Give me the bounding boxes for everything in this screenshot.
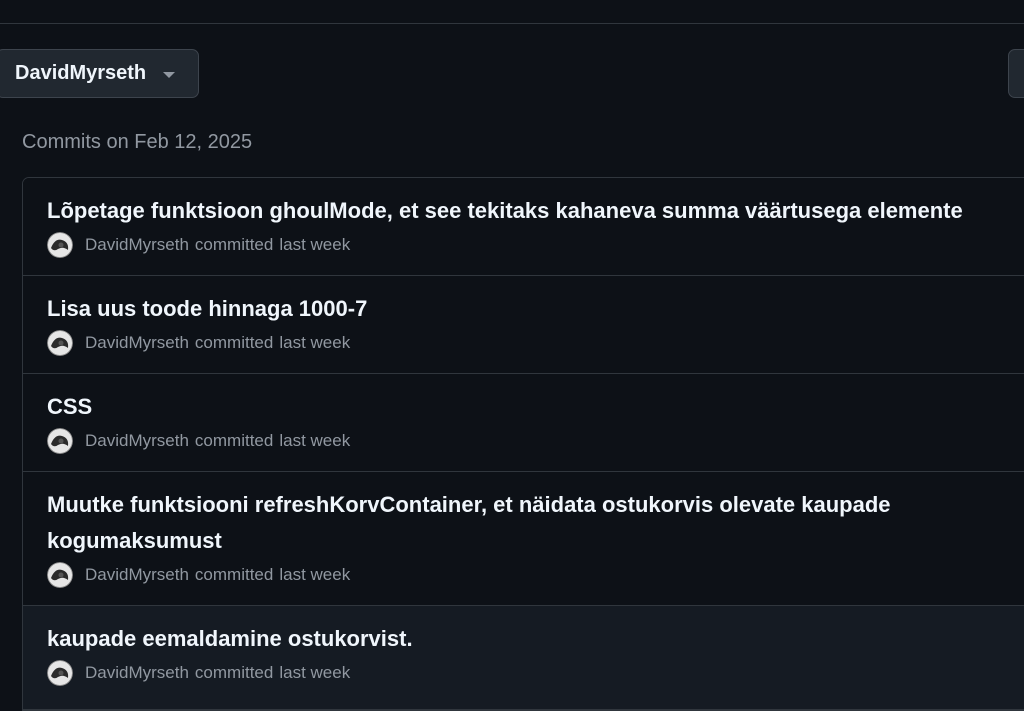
commit-group-date: Commits on Feb 12, 2025 xyxy=(22,131,253,153)
commit-verb: committed xyxy=(194,431,274,450)
commit-title-link[interactable]: kaupade eemaldamine ostukorvist. xyxy=(47,621,1007,657)
commit-row: Muutke funktsiooni refreshKorvContainer,… xyxy=(23,472,1024,606)
chevron-down-icon xyxy=(163,72,175,78)
date-filter-button[interactable] xyxy=(1008,49,1024,98)
commit-verb: committed xyxy=(194,565,274,584)
commit-time: last week xyxy=(279,235,351,254)
commit-verb: committed xyxy=(194,235,274,254)
commit-row: kaupade eemaldamine ostukorvist. DavidMy… xyxy=(23,606,1024,710)
commit-title-link[interactable]: CSS xyxy=(47,389,1007,425)
avatar-icon[interactable] xyxy=(47,232,73,258)
author-filter-label: DavidMyrseth xyxy=(15,62,147,84)
avatar-icon[interactable] xyxy=(47,660,73,686)
commit-time: last week xyxy=(279,333,351,352)
top-divider xyxy=(0,0,1024,24)
commit-author-link[interactable]: DavidMyrseth xyxy=(85,565,189,585)
commit-row: Lisa uus toode hinnaga 1000-7 DavidMyrse… xyxy=(23,276,1024,374)
commit-title-link[interactable]: Lisa uus toode hinnaga 1000-7 xyxy=(47,291,1007,327)
commit-row: Lõpetage funktsioon ghoulMode, et see te… xyxy=(23,178,1024,276)
commit-row: CSS DavidMyrseth committed last week xyxy=(23,374,1024,472)
commit-title-link[interactable]: Muutke funktsiooni refreshKorvContainer,… xyxy=(47,487,1007,559)
commit-title-link[interactable]: Lõpetage funktsioon ghoulMode, et see te… xyxy=(47,193,1007,229)
commit-verb: committed xyxy=(194,663,274,682)
commit-verb: committed xyxy=(194,333,274,352)
commit-list: Lõpetage funktsioon ghoulMode, et see te… xyxy=(22,177,1024,711)
commit-author-link[interactable]: DavidMyrseth xyxy=(85,431,189,451)
commit-meta: DavidMyrseth committed last week xyxy=(47,562,1024,588)
commit-author-link[interactable]: DavidMyrseth xyxy=(85,333,189,353)
commit-meta: DavidMyrseth committed last week xyxy=(47,330,1024,356)
author-filter-button[interactable]: DavidMyrseth xyxy=(0,49,199,98)
commit-author-link[interactable]: DavidMyrseth xyxy=(85,235,189,255)
commit-meta: DavidMyrseth committed last week xyxy=(47,660,1024,686)
commit-time: last week xyxy=(279,663,351,682)
avatar-icon[interactable] xyxy=(47,330,73,356)
commit-meta: DavidMyrseth committed last week xyxy=(47,428,1024,454)
commit-meta: DavidMyrseth committed last week xyxy=(47,232,1024,258)
commit-time: last week xyxy=(279,431,351,450)
avatar-icon[interactable] xyxy=(47,562,73,588)
avatar-icon[interactable] xyxy=(47,428,73,454)
commit-author-link[interactable]: DavidMyrseth xyxy=(85,663,189,683)
commit-time: last week xyxy=(279,565,351,584)
